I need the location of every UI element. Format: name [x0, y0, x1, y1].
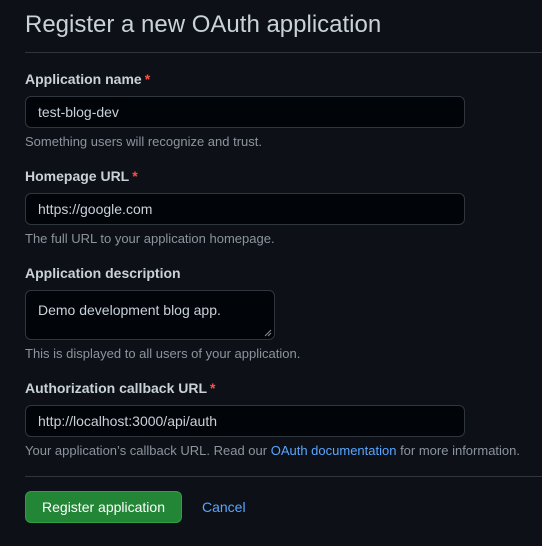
callback-url-label: Authorization callback URL * [25, 379, 215, 397]
callback-url-note-suffix: for more information. [396, 443, 520, 458]
required-marker: * [132, 168, 138, 184]
callback-url-label-text: Authorization callback URL [25, 380, 208, 396]
actions-divider [25, 476, 542, 477]
homepage-url-input[interactable] [25, 193, 465, 225]
required-marker: * [144, 71, 151, 87]
title-divider [25, 52, 542, 53]
app-name-input[interactable] [25, 96, 465, 128]
oauth-documentation-link[interactable]: OAuth documentation [271, 443, 397, 458]
description-textarea[interactable]: Demo development blog app. [25, 290, 275, 340]
homepage-url-label: Homepage URL * [25, 167, 138, 185]
description-label: Application description [25, 264, 181, 282]
app-name-label: Application name * [25, 70, 150, 88]
oauth-app-registration-page: Register a new OAuth application Applica… [0, 0, 542, 546]
resize-handle-icon[interactable] [264, 329, 272, 337]
app-name-note: Something users will recognize and trust… [25, 134, 263, 149]
description-label-text: Application description [25, 265, 181, 281]
app-name-label-text: Application name [25, 71, 142, 87]
register-application-button[interactable]: Register application [25, 491, 182, 523]
callback-url-note: Your application’s callback URL. Read ou… [25, 442, 520, 459]
homepage-url-note: The full URL to your application homepag… [25, 231, 275, 246]
required-marker: * [210, 380, 216, 396]
page-title: Register a new OAuth application [25, 11, 382, 38]
callback-url-input[interactable] [25, 405, 465, 437]
callback-url-note-prefix: Your application’s callback URL. Read ou… [25, 443, 271, 458]
description-note: This is displayed to all users of your a… [25, 346, 301, 361]
cancel-button[interactable]: Cancel [202, 498, 246, 516]
homepage-url-label-text: Homepage URL [25, 168, 130, 184]
